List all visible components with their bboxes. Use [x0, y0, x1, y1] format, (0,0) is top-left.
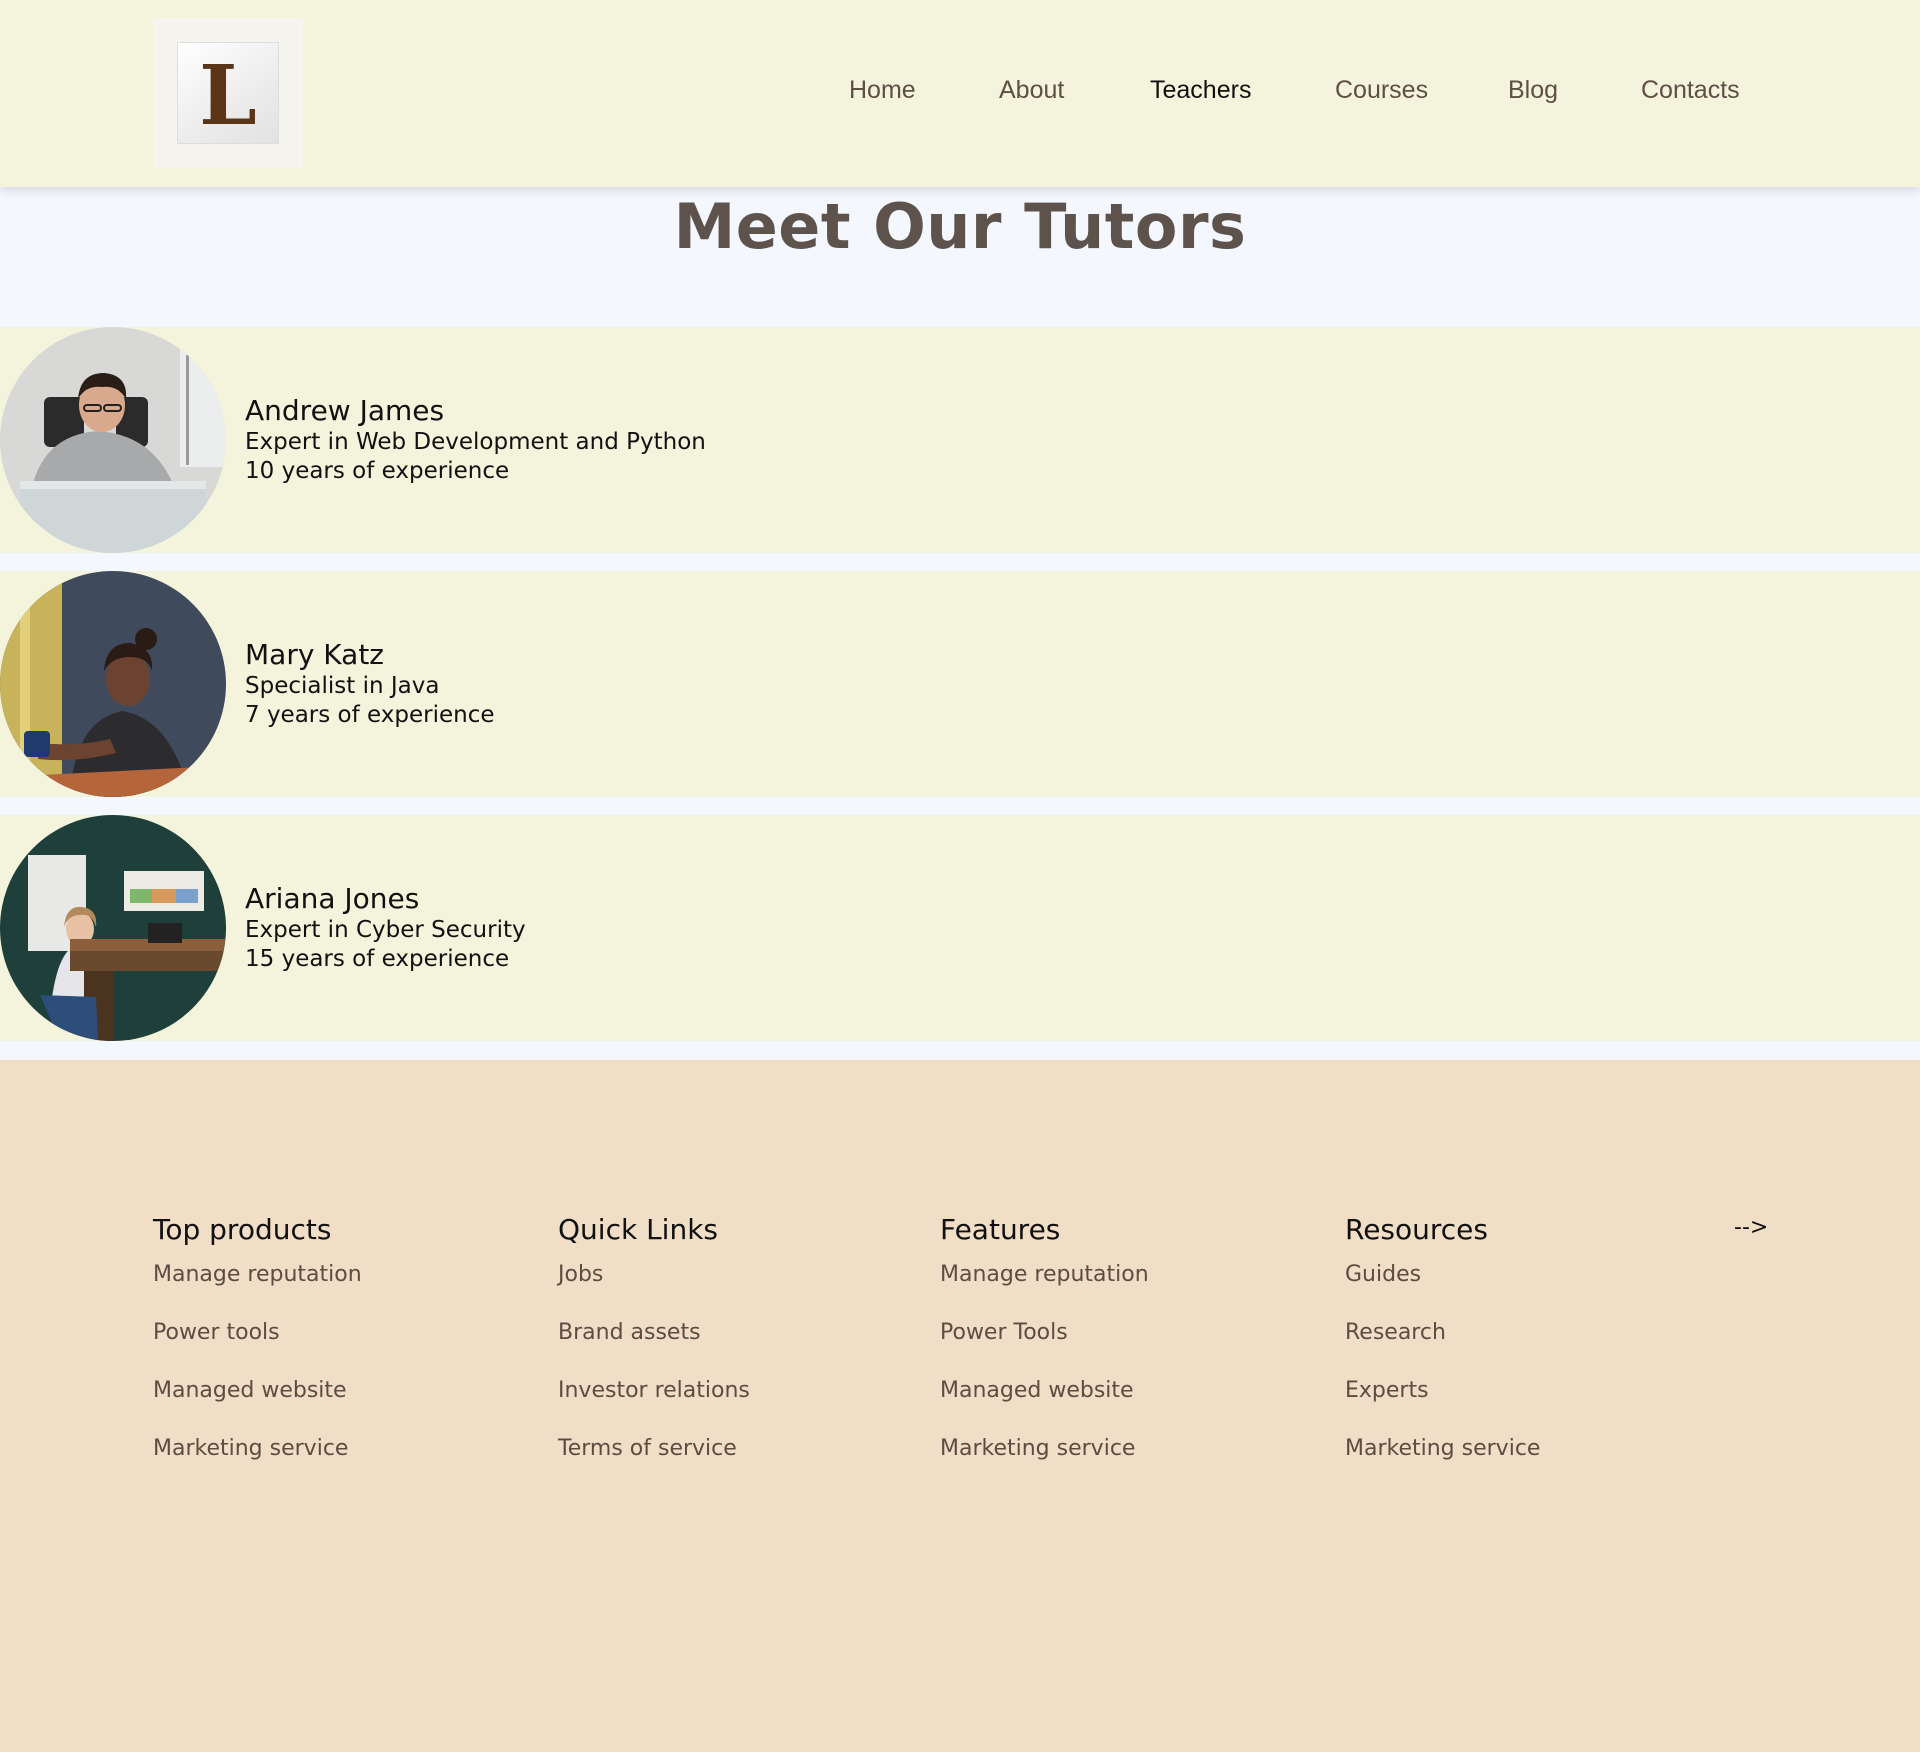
- tutor-name: Andrew James: [245, 394, 445, 427]
- footer-link[interactable]: Marketing service: [940, 1435, 1149, 1463]
- tutor-name: Ariana Jones: [245, 882, 420, 915]
- footer-link[interactable]: Power tools: [153, 1319, 362, 1347]
- nav-blog[interactable]: Blog: [1508, 76, 1558, 105]
- tutor-card: Mary Katz Specialist in Java 7 years of …: [0, 571, 1920, 797]
- tutor-avatar: [0, 815, 226, 1041]
- tutor-photo: [0, 815, 226, 1041]
- tutor-avatar: [0, 571, 226, 797]
- page-title: Meet Our Tutors: [673, 190, 1247, 263]
- tutor-avatar: [0, 327, 226, 553]
- footer-link[interactable]: Jobs: [558, 1261, 750, 1289]
- title-section: Meet Our Tutors: [0, 190, 1920, 263]
- tutor-specialty: Expert in Cyber Security: [245, 917, 526, 943]
- nav-teachers[interactable]: Teachers: [1150, 76, 1251, 105]
- footer-column-resources: Resources Guides Research Experts Market…: [1345, 1212, 1540, 1493]
- footer-link[interactable]: Manage reputation: [153, 1261, 362, 1289]
- footer-link[interactable]: Investor relations: [558, 1377, 750, 1405]
- footer-link[interactable]: Marketing service: [153, 1435, 362, 1463]
- footer-link[interactable]: Marketing service: [1345, 1435, 1540, 1463]
- footer-heading: Features: [940, 1213, 1061, 1246]
- footer-link[interactable]: Research: [1345, 1319, 1540, 1347]
- footer-column-quick-links: Quick Links Jobs Brand assets Investor r…: [558, 1212, 750, 1493]
- tutor-info: Ariana Jones Expert in Cyber Security 15…: [245, 882, 526, 974]
- footer-link[interactable]: Experts: [1345, 1377, 1540, 1405]
- nav-courses[interactable]: Courses: [1335, 76, 1428, 105]
- main-nav: Home About Teachers Courses Blog Contact…: [0, 76, 1920, 114]
- nav-home[interactable]: Home: [849, 76, 916, 105]
- tutor-photo: [0, 571, 226, 797]
- tutor-name: Mary Katz: [245, 638, 385, 671]
- tutor-card: Andrew James Expert in Web Development a…: [0, 327, 1920, 553]
- footer-link[interactable]: Power Tools: [940, 1319, 1149, 1347]
- site-header: L Home About Teachers Courses Blog Conta…: [0, 0, 1920, 187]
- nav-about[interactable]: About: [999, 76, 1064, 105]
- tutor-specialty: Expert in Web Development and Python: [245, 429, 706, 455]
- stray-text: -->: [1734, 1215, 1769, 1240]
- footer-heading: Top products: [153, 1213, 332, 1246]
- nav-contacts[interactable]: Contacts: [1641, 76, 1740, 105]
- footer-link[interactable]: Managed website: [153, 1377, 362, 1405]
- tutor-card: Ariana Jones Expert in Cyber Security 15…: [0, 815, 1920, 1041]
- tutor-info: Mary Katz Specialist in Java 7 years of …: [245, 638, 495, 730]
- tutor-specialty: Specialist in Java: [245, 673, 440, 699]
- tutor-experience: 7 years of experience: [245, 702, 495, 728]
- tutor-info: Andrew James Expert in Web Development a…: [245, 394, 706, 486]
- footer-link[interactable]: Guides: [1345, 1261, 1540, 1289]
- footer-heading: Quick Links: [558, 1213, 719, 1246]
- tutor-photo: [0, 327, 226, 553]
- footer-heading: Resources: [1345, 1213, 1488, 1246]
- footer-column-top-products: Top products Manage reputation Power too…: [153, 1212, 362, 1493]
- footer-link[interactable]: Manage reputation: [940, 1261, 1149, 1289]
- footer-link[interactable]: Brand assets: [558, 1319, 750, 1347]
- tutor-experience: 10 years of experience: [245, 458, 510, 484]
- footer-link[interactable]: Terms of service: [558, 1435, 750, 1463]
- tutor-experience: 15 years of experience: [245, 946, 510, 972]
- site-footer: Top products Manage reputation Power too…: [0, 1060, 1920, 1752]
- footer-column-features: Features Manage reputation Power Tools M…: [940, 1212, 1149, 1493]
- footer-link[interactable]: Managed website: [940, 1377, 1149, 1405]
